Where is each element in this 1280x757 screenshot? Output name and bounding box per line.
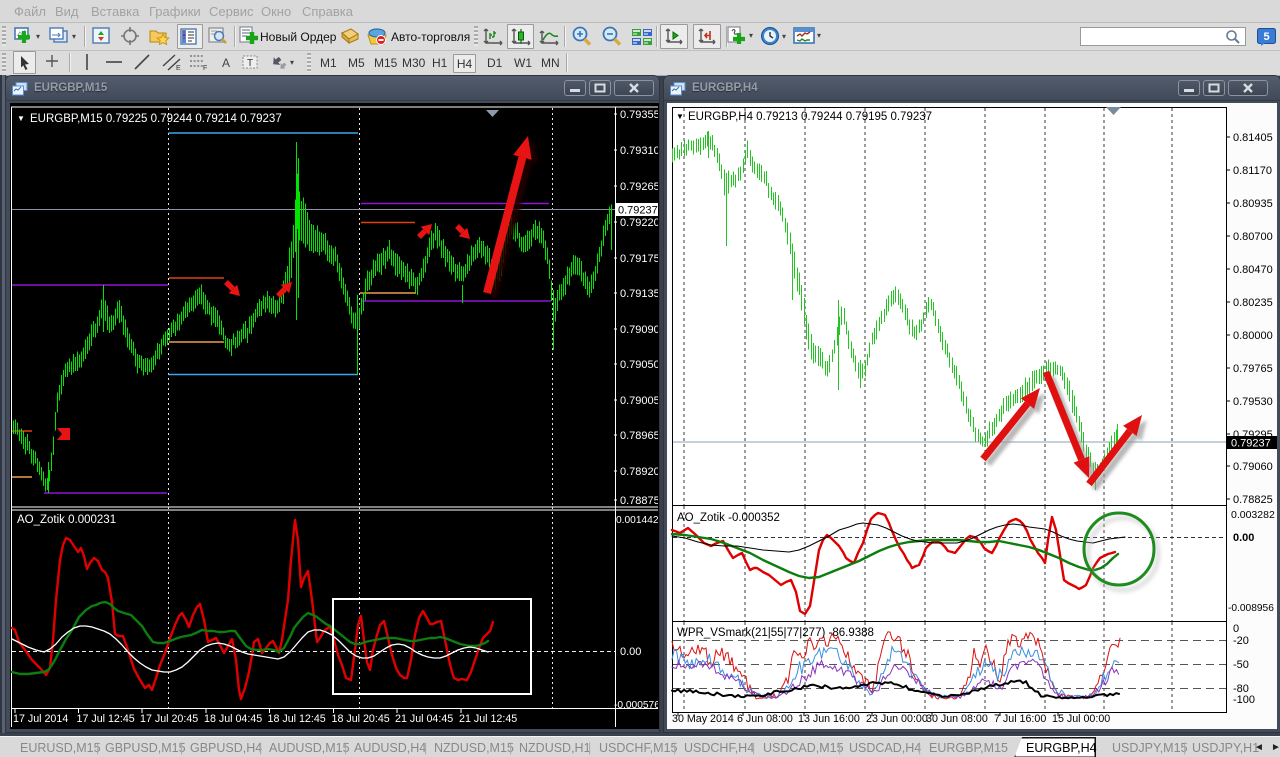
svg-text:0.79530: 0.79530 [1233,396,1273,408]
svg-text:0.79050: 0.79050 [620,359,658,371]
svg-text:0.79175: 0.79175 [620,253,658,265]
svg-text:0.001442: 0.001442 [616,515,658,526]
svg-text:0.79237: 0.79237 [1231,438,1271,450]
svg-text:0.78920: 0.78920 [620,466,658,478]
svg-text:15 Jul 00:00: 15 Jul 00:00 [1052,713,1110,725]
svg-text:E: E [176,65,181,71]
svg-text:-100: -100 [1233,694,1255,706]
svg-text:▼: ▼ [676,112,684,121]
svg-text:0: 0 [1233,623,1239,635]
svg-text:0.81170: 0.81170 [1233,165,1272,177]
svg-text:17 Jul 12:45: 17 Jul 12:45 [77,713,135,725]
svg-text:-50: -50 [1233,659,1249,671]
svg-text:T: T [247,58,253,69]
svg-text:0.78875: 0.78875 [620,495,658,507]
svg-text:0.80000: 0.80000 [1233,330,1273,342]
svg-text:0.79220: 0.79220 [620,217,658,229]
svg-text:0.78825: 0.78825 [1233,494,1273,506]
svg-text:18 Jul 20:45: 18 Jul 20:45 [332,713,390,725]
svg-text:-20: -20 [1233,635,1249,647]
svg-text:0.79135: 0.79135 [620,288,658,300]
svg-text:0.80935: 0.80935 [1233,198,1273,210]
svg-text:5: 5 [1263,31,1269,43]
svg-text:0.79310: 0.79310 [620,145,658,157]
svg-text:0.80700: 0.80700 [1233,231,1273,243]
svg-text:EURGBP,H4 0.79213 0.79244 0.7: EURGBP,H4 0.79213 0.79244 0.79195 0.7923… [688,111,932,123]
svg-text:-0.008956: -0.008956 [1228,603,1274,614]
svg-text:0.79060: 0.79060 [1233,461,1273,473]
svg-text:0.81405: 0.81405 [1233,132,1273,144]
svg-text:13 Jun 16:00: 13 Jun 16:00 [798,713,860,725]
svg-text:0.79005: 0.79005 [620,395,658,407]
svg-text:0.79090: 0.79090 [620,324,658,336]
svg-text:30 Jun 08:00: 30 Jun 08:00 [926,713,988,725]
svg-text:0.003282: 0.003282 [1231,509,1275,521]
svg-text:0.79355: 0.79355 [620,109,658,121]
svg-text:0.79765: 0.79765 [1233,363,1273,375]
svg-text:18 Jul 12:45: 18 Jul 12:45 [268,713,326,725]
svg-text:18 Jul 04:45: 18 Jul 04:45 [204,713,262,725]
svg-text:30 May 2014: 30 May 2014 [672,713,734,725]
svg-text:0.80235: 0.80235 [1233,297,1273,309]
svg-text:17 Jul 2014: 17 Jul 2014 [13,713,68,725]
svg-text:▼: ▼ [17,114,25,123]
svg-text:21 Jul 12:45: 21 Jul 12:45 [459,713,517,725]
svg-text:F: F [203,65,207,71]
svg-text:0.80470: 0.80470 [1233,264,1273,276]
svg-text:6 Jun 08:00: 6 Jun 08:00 [737,713,793,725]
svg-text:23 Jun 00:00: 23 Jun 00:00 [866,713,928,725]
svg-text:A: A [222,56,230,70]
svg-text:21 Jul 04:45: 21 Jul 04:45 [395,713,453,725]
svg-text:0.78965: 0.78965 [620,430,658,442]
svg-text:0.00: 0.00 [620,646,641,658]
svg-text:AO_Zotik -0.000352: AO_Zotik -0.000352 [677,512,780,524]
svg-text:AO_Zotik 0.000231: AO_Zotik 0.000231 [17,514,116,526]
svg-text:EURGBP,M15 0.79225 0.79244 0.: EURGBP,M15 0.79225 0.79244 0.79214 0.792… [30,113,282,125]
svg-text:-0.000576: -0.000576 [614,700,658,711]
svg-text:17 Jul 20:45: 17 Jul 20:45 [140,713,198,725]
svg-text:0.00: 0.00 [1233,532,1254,544]
svg-text:WPR_VSmark(21|55|77|277) -86.9: WPR_VSmark(21|55|77|277) -86.9388 [677,627,874,639]
svg-text:0.79265: 0.79265 [620,181,658,193]
svg-text:0.79237: 0.79237 [618,205,658,217]
svg-text:7 Jul 16:00: 7 Jul 16:00 [994,713,1046,725]
